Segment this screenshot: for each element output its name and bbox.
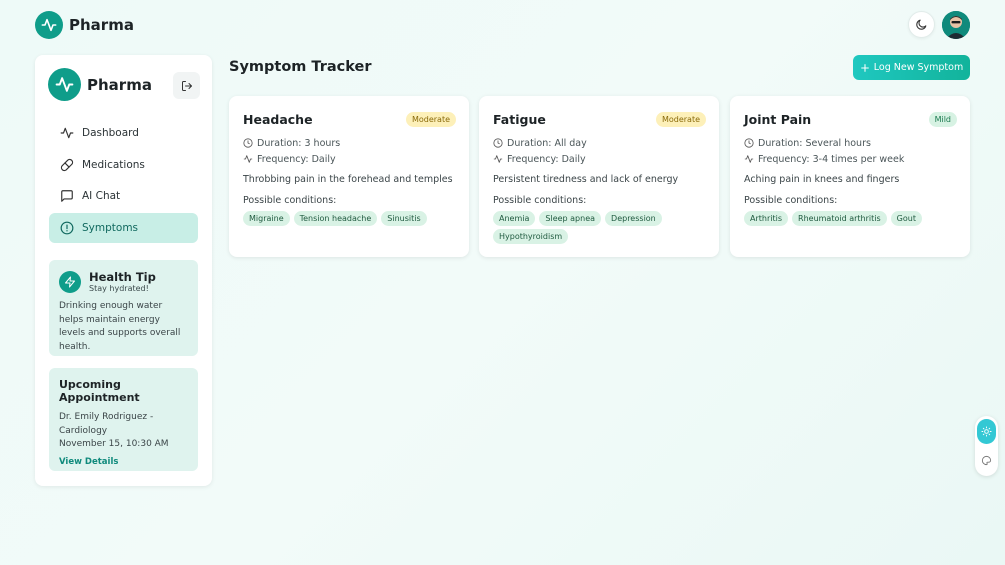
symptom-frequency: Frequency: Daily	[507, 153, 586, 165]
sun-icon	[981, 426, 992, 437]
top-bar: Pharma	[0, 0, 1005, 50]
sidebar-item-symptoms[interactable]: Symptoms	[49, 212, 198, 243]
condition-chip: Rheumatoid arthritis	[792, 211, 887, 226]
condition-chip: Tension headache	[293, 211, 378, 226]
symptom-frequency: Frequency: 3-4 times per week	[758, 153, 905, 165]
severity-badge: Mild	[928, 112, 957, 127]
view-details-link[interactable]: View Details	[59, 457, 188, 467]
sidebar-item-label: Symptoms	[82, 221, 139, 234]
tip-title: Health Tip	[89, 270, 156, 284]
sidebar-item-dashboard[interactable]: Dashboard	[49, 118, 198, 148]
sidebar-item-label: AI Chat	[82, 190, 121, 202]
symptom-card-joint-pain[interactable]: Joint Pain Mild Duration: Several hours …	[730, 96, 970, 257]
sidebar-brand-name: Pharma	[87, 75, 152, 94]
symptom-duration: Duration: Several hours	[758, 137, 871, 149]
log-new-symptom-button[interactable]: Log New Symptom	[853, 55, 970, 80]
severity-badge: Moderate	[405, 112, 456, 127]
pulse-logo-icon	[48, 68, 81, 101]
logout-icon	[181, 80, 192, 91]
condition-chip: Hypothyroidism	[493, 229, 569, 244]
symptom-duration: Duration: All day	[507, 137, 587, 149]
appointment-doctor: Dr. Emily Rodriguez - Cardiology	[59, 412, 154, 436]
chat-icon	[60, 189, 74, 203]
palette-button[interactable]	[977, 448, 996, 472]
palette-icon	[981, 455, 992, 465]
symptom-card-headache[interactable]: Headache Moderate Duration: 3 hours Freq…	[229, 96, 469, 257]
sidebar-brand[interactable]: Pharma	[48, 68, 152, 101]
moon-icon	[916, 19, 927, 30]
condition-chip: Migraine	[243, 211, 290, 226]
sidebar-item-ai-chat[interactable]: AI Chat	[49, 181, 198, 211]
severity-badge: Moderate	[655, 112, 706, 127]
symptom-description: Throbbing pain in the forehead and templ…	[243, 174, 453, 185]
condition-chip: Depression	[605, 211, 662, 226]
appointment-time: November 15, 10:30 AM	[59, 439, 169, 449]
activity-icon	[493, 155, 503, 163]
activity-icon	[744, 155, 754, 163]
appointment-card: Upcoming Appointment Dr. Emily Rodriguez…	[49, 368, 198, 471]
app-name: Pharma	[69, 16, 134, 34]
sidebar: Pharma Dashboard Medications AI Chat Sym…	[35, 55, 212, 486]
sidebar-item-label: Medications	[82, 158, 145, 171]
log-button-label: Log New Symptom	[873, 62, 964, 73]
condition-chips: Arthritis Rheumatoid arthritis Gout	[744, 211, 956, 226]
activity-icon	[60, 126, 74, 140]
symptom-card-fatigue[interactable]: Fatigue Moderate Duration: All day Frequ…	[479, 96, 719, 257]
symptom-duration: Duration: 3 hours	[257, 137, 341, 149]
condition-chip: Anemia	[493, 211, 536, 226]
appointment-title: Upcoming Appointment	[59, 378, 140, 404]
condition-chip: Arthritis	[744, 211, 789, 226]
pill-icon	[60, 158, 74, 172]
symptom-description: Aching pain in knees and fingers	[744, 174, 900, 185]
tip-body: Drinking enough water helps maintain ene…	[59, 301, 181, 352]
activity-icon	[243, 155, 253, 163]
avatar[interactable]	[942, 11, 970, 39]
symptom-description: Persistent tiredness and lack of energy	[493, 174, 679, 185]
conditions-label: Possible conditions:	[744, 195, 838, 206]
pulse-logo-icon	[35, 11, 63, 39]
conditions-label: Possible conditions:	[243, 195, 337, 206]
symptom-name: Joint Pain	[744, 112, 812, 127]
health-tip-card: Health Tip Stay hydrated! Drinking enoug…	[49, 260, 198, 356]
alert-circle-icon	[60, 221, 74, 235]
app-brand[interactable]: Pharma	[35, 11, 134, 39]
condition-chip: Gout	[890, 211, 922, 226]
page-title: Symptom Tracker	[229, 59, 372, 75]
clock-icon	[744, 138, 754, 148]
clock-icon	[493, 138, 503, 148]
condition-chips: Anemia Sleep apnea Depression Hypothyroi…	[493, 211, 705, 244]
lightning-icon	[59, 271, 81, 293]
conditions-label: Possible conditions:	[493, 195, 587, 206]
floating-toolbar	[975, 416, 998, 476]
light-mode-button[interactable]	[977, 419, 996, 444]
condition-chips: Migraine Tension headache Sinusitis	[243, 211, 455, 226]
tip-subtitle: Stay hydrated!	[89, 284, 149, 293]
condition-chip: Sinusitis	[381, 211, 427, 226]
logout-button[interactable]	[173, 72, 200, 99]
theme-toggle-button[interactable]	[908, 11, 935, 38]
sidebar-item-medications[interactable]: Medications	[49, 150, 198, 180]
sidebar-item-label: Dashboard	[82, 127, 139, 139]
condition-chip: Sleep apnea	[539, 211, 602, 226]
symptom-frequency: Frequency: Daily	[257, 153, 336, 165]
clock-icon	[243, 138, 253, 148]
sidebar-nav: Dashboard Medications AI Chat Symptoms	[49, 118, 198, 244]
plus-icon	[860, 63, 869, 72]
